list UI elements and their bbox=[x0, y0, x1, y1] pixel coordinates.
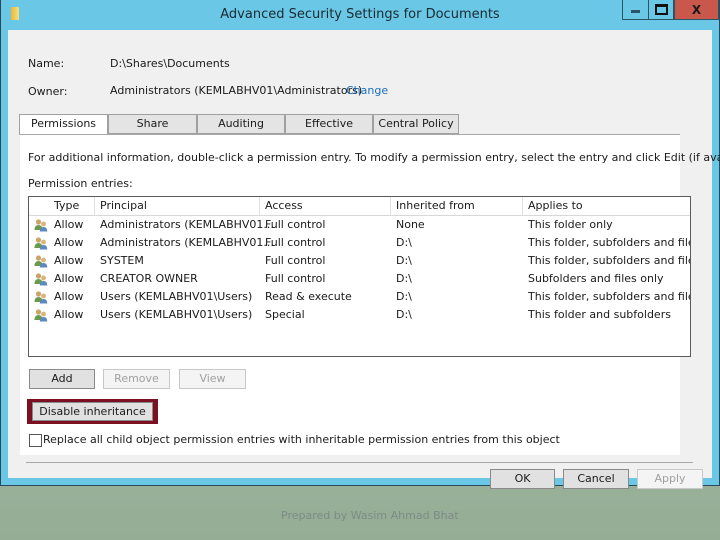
cell-inherited-from: D:\ bbox=[396, 236, 412, 249]
ok-button[interactable]: OK bbox=[490, 469, 555, 489]
close-button[interactable]: X bbox=[674, 0, 719, 20]
column-header-applies-to[interactable]: Applies to bbox=[523, 197, 690, 215]
add-button[interactable]: Add bbox=[29, 369, 95, 389]
table-row[interactable]: Allow Administrators (KEMLABHV01... Full c… bbox=[29, 234, 690, 252]
permission-entries-table[interactable]: Type Principal Access Inherited from App… bbox=[28, 196, 691, 357]
cell-principal: Users (KEMLABHV01\Users) bbox=[100, 290, 253, 303]
window-title: Advanced Security Settings for Documents bbox=[220, 7, 500, 22]
footer-divider bbox=[26, 462, 693, 463]
owner-value: Administrators (KEMLABHV01\Administrator… bbox=[110, 84, 363, 97]
cell-principal: SYSTEM bbox=[100, 254, 144, 267]
column-header-access[interactable]: Access bbox=[260, 197, 391, 215]
tab-auditing[interactable]: Auditing bbox=[197, 114, 285, 134]
table-row[interactable]: Allow SYSTEM Full control D:\ This folder, s… bbox=[29, 252, 690, 270]
cell-applies-to: This folder only bbox=[528, 218, 613, 231]
cell-inherited-from: D:\ bbox=[396, 254, 412, 267]
users-group-icon bbox=[34, 218, 48, 232]
change-owner-link[interactable]: Change bbox=[346, 84, 388, 97]
cell-type: Allow bbox=[54, 308, 84, 321]
disable-inheritance-button[interactable]: Disable inheritance bbox=[32, 402, 153, 421]
tab-share[interactable]: Share bbox=[108, 114, 197, 134]
cell-type: Allow bbox=[54, 290, 84, 303]
cell-inherited-from: D:\ bbox=[396, 308, 412, 321]
apply-button[interactable]: Apply bbox=[637, 469, 703, 489]
cell-access: Full control bbox=[265, 218, 326, 231]
instructions-text: For additional information, double-click… bbox=[28, 151, 720, 164]
maximize-icon bbox=[654, 4, 668, 15]
cell-applies-to: This folder, subfolders and files bbox=[528, 290, 691, 303]
tab-effective-access[interactable]: Effective Access bbox=[285, 114, 373, 148]
users-group-icon bbox=[34, 290, 48, 304]
minimize-button[interactable] bbox=[622, 0, 649, 20]
name-label: Name: bbox=[28, 57, 65, 70]
replace-child-permissions-checkbox[interactable] bbox=[29, 434, 42, 447]
dialog-client-area: Name: D:\Shares\Documents Owner: Adminis… bbox=[8, 30, 720, 489]
replace-child-permissions-label[interactable]: Replace all child object permission entr… bbox=[43, 433, 560, 446]
cell-principal: Administrators (KEMLABHV01... bbox=[100, 236, 274, 249]
table-row[interactable]: Allow CREATOR OWNER Full control D:\ Subfold… bbox=[29, 270, 690, 288]
cell-applies-to: This folder and subfolders bbox=[528, 308, 671, 321]
cell-applies-to: This folder, subfolders and files bbox=[528, 236, 691, 249]
users-group-icon bbox=[34, 308, 48, 322]
users-group-icon bbox=[34, 236, 48, 250]
column-header-inherited-from[interactable]: Inherited from bbox=[391, 197, 523, 215]
cancel-button[interactable]: Cancel bbox=[563, 469, 629, 489]
tab-central-policy[interactable]: Central Policy bbox=[373, 114, 459, 134]
minimize-icon bbox=[631, 10, 640, 13]
advanced-security-window: Advanced Security Settings for Documents… bbox=[0, 0, 720, 489]
cell-access: Full control bbox=[265, 254, 326, 267]
cell-access: Special bbox=[265, 308, 305, 321]
table-header: Type Principal Access Inherited from App… bbox=[29, 197, 690, 216]
cell-access: Full control bbox=[265, 272, 326, 285]
cell-principal: Administrators (KEMLABHV01... bbox=[100, 218, 274, 231]
table-row[interactable]: Allow Administrators (KEMLABHV01... Full c… bbox=[29, 216, 690, 234]
table-row[interactable]: Allow Users (KEMLABHV01\Users) Read & exec… bbox=[29, 288, 690, 306]
slide-credit: Prepared by Wasim Ahmad Bhat bbox=[281, 509, 459, 522]
name-value: D:\Shares\Documents bbox=[110, 57, 230, 70]
title-bar[interactable]: Advanced Security Settings for Documents… bbox=[1, 0, 719, 30]
cell-type: Allow bbox=[54, 272, 84, 285]
cell-access: Full control bbox=[265, 236, 326, 249]
cell-principal: CREATOR OWNER bbox=[100, 272, 198, 285]
cell-access: Read & execute bbox=[265, 290, 352, 303]
view-button[interactable]: View bbox=[179, 369, 246, 389]
cell-type: Allow bbox=[54, 218, 84, 231]
cell-applies-to: This folder, subfolders and files bbox=[528, 254, 691, 267]
column-header-principal[interactable]: Principal bbox=[95, 197, 260, 215]
cell-type: Allow bbox=[54, 236, 84, 249]
cell-type: Allow bbox=[54, 254, 84, 267]
permission-entries-label: Permission entries: bbox=[28, 177, 133, 190]
close-icon: X bbox=[691, 2, 702, 17]
table-row[interactable]: Allow Users (KEMLABHV01\Users) Special D:\ T… bbox=[29, 306, 690, 324]
owner-label: Owner: bbox=[28, 85, 68, 98]
column-header-type[interactable]: Type bbox=[49, 197, 95, 215]
remove-button[interactable]: Remove bbox=[103, 369, 170, 389]
cell-inherited-from: None bbox=[396, 218, 425, 231]
cell-inherited-from: D:\ bbox=[396, 290, 412, 303]
maximize-button[interactable] bbox=[648, 0, 674, 20]
users-group-icon bbox=[34, 254, 48, 268]
tab-permissions[interactable]: Permissions bbox=[19, 114, 108, 135]
users-group-icon bbox=[34, 272, 48, 286]
cell-inherited-from: D:\ bbox=[396, 272, 412, 285]
cell-applies-to: Subfolders and files only bbox=[528, 272, 664, 285]
cell-principal: Users (KEMLABHV01\Users) bbox=[100, 308, 253, 321]
